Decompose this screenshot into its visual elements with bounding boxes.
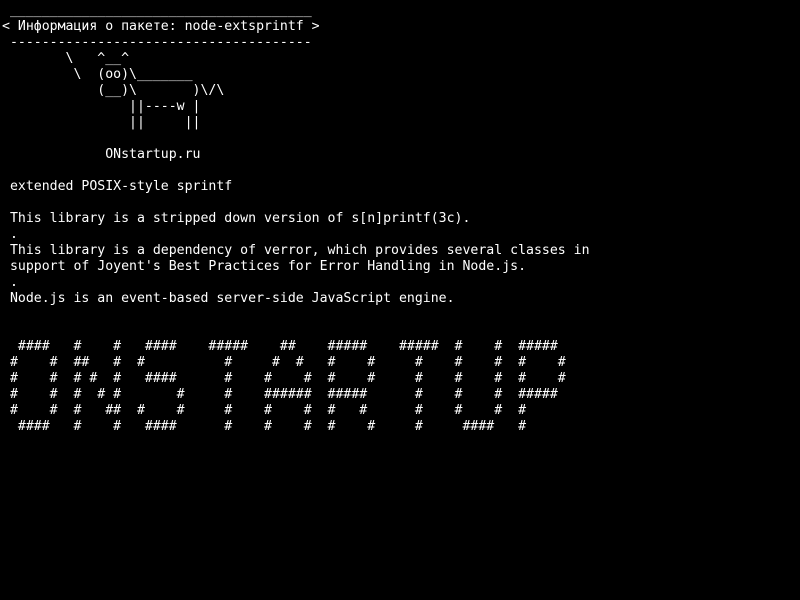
terminal-line: extended POSIX-style sprintf xyxy=(2,179,233,194)
terminal-line: # # ## # # # # # # # # # # # # xyxy=(2,355,566,370)
terminal-line: < Информация о пакете: node-extsprintf > xyxy=(2,19,320,34)
terminal-line: ONstartup.ru xyxy=(2,147,201,162)
terminal-line: #### # # #### # # # # # # #### # xyxy=(2,419,527,434)
terminal-line: This library is a stripped down version … xyxy=(2,211,471,226)
terminal-line: . xyxy=(2,275,18,290)
terminal-output: ______________________________________ <… xyxy=(2,3,590,435)
terminal-line: Node.js is an event-based server-side Ja… xyxy=(2,291,455,306)
terminal-line: This library is a dependency of verror, … xyxy=(2,243,590,258)
terminal-line: #### # # #### ##### ## ##### ##### # # #… xyxy=(2,339,558,354)
terminal-line: \ (oo)\_______ xyxy=(2,67,193,82)
terminal-line: # # # # # #### # # # # # # # # # # xyxy=(2,371,566,386)
terminal-line: -------------------------------------- xyxy=(2,35,312,50)
terminal-line: || || xyxy=(2,115,201,130)
terminal-line: ______________________________________ xyxy=(2,3,312,18)
terminal-line: . xyxy=(2,227,18,242)
terminal-screen[interactable]: ______________________________________ <… xyxy=(0,0,800,600)
terminal-line: \ ^__^ xyxy=(2,51,130,66)
terminal-line: # # # # # # # ###### ##### # # # ##### xyxy=(2,387,558,402)
terminal-line: support of Joyent's Best Practices for E… xyxy=(2,259,527,274)
terminal-line: # # # ## # # # # # # # # # # # xyxy=(2,403,527,418)
terminal-line: ||----w | xyxy=(2,99,201,114)
terminal-line: (__)\ )\/\ xyxy=(2,83,225,98)
